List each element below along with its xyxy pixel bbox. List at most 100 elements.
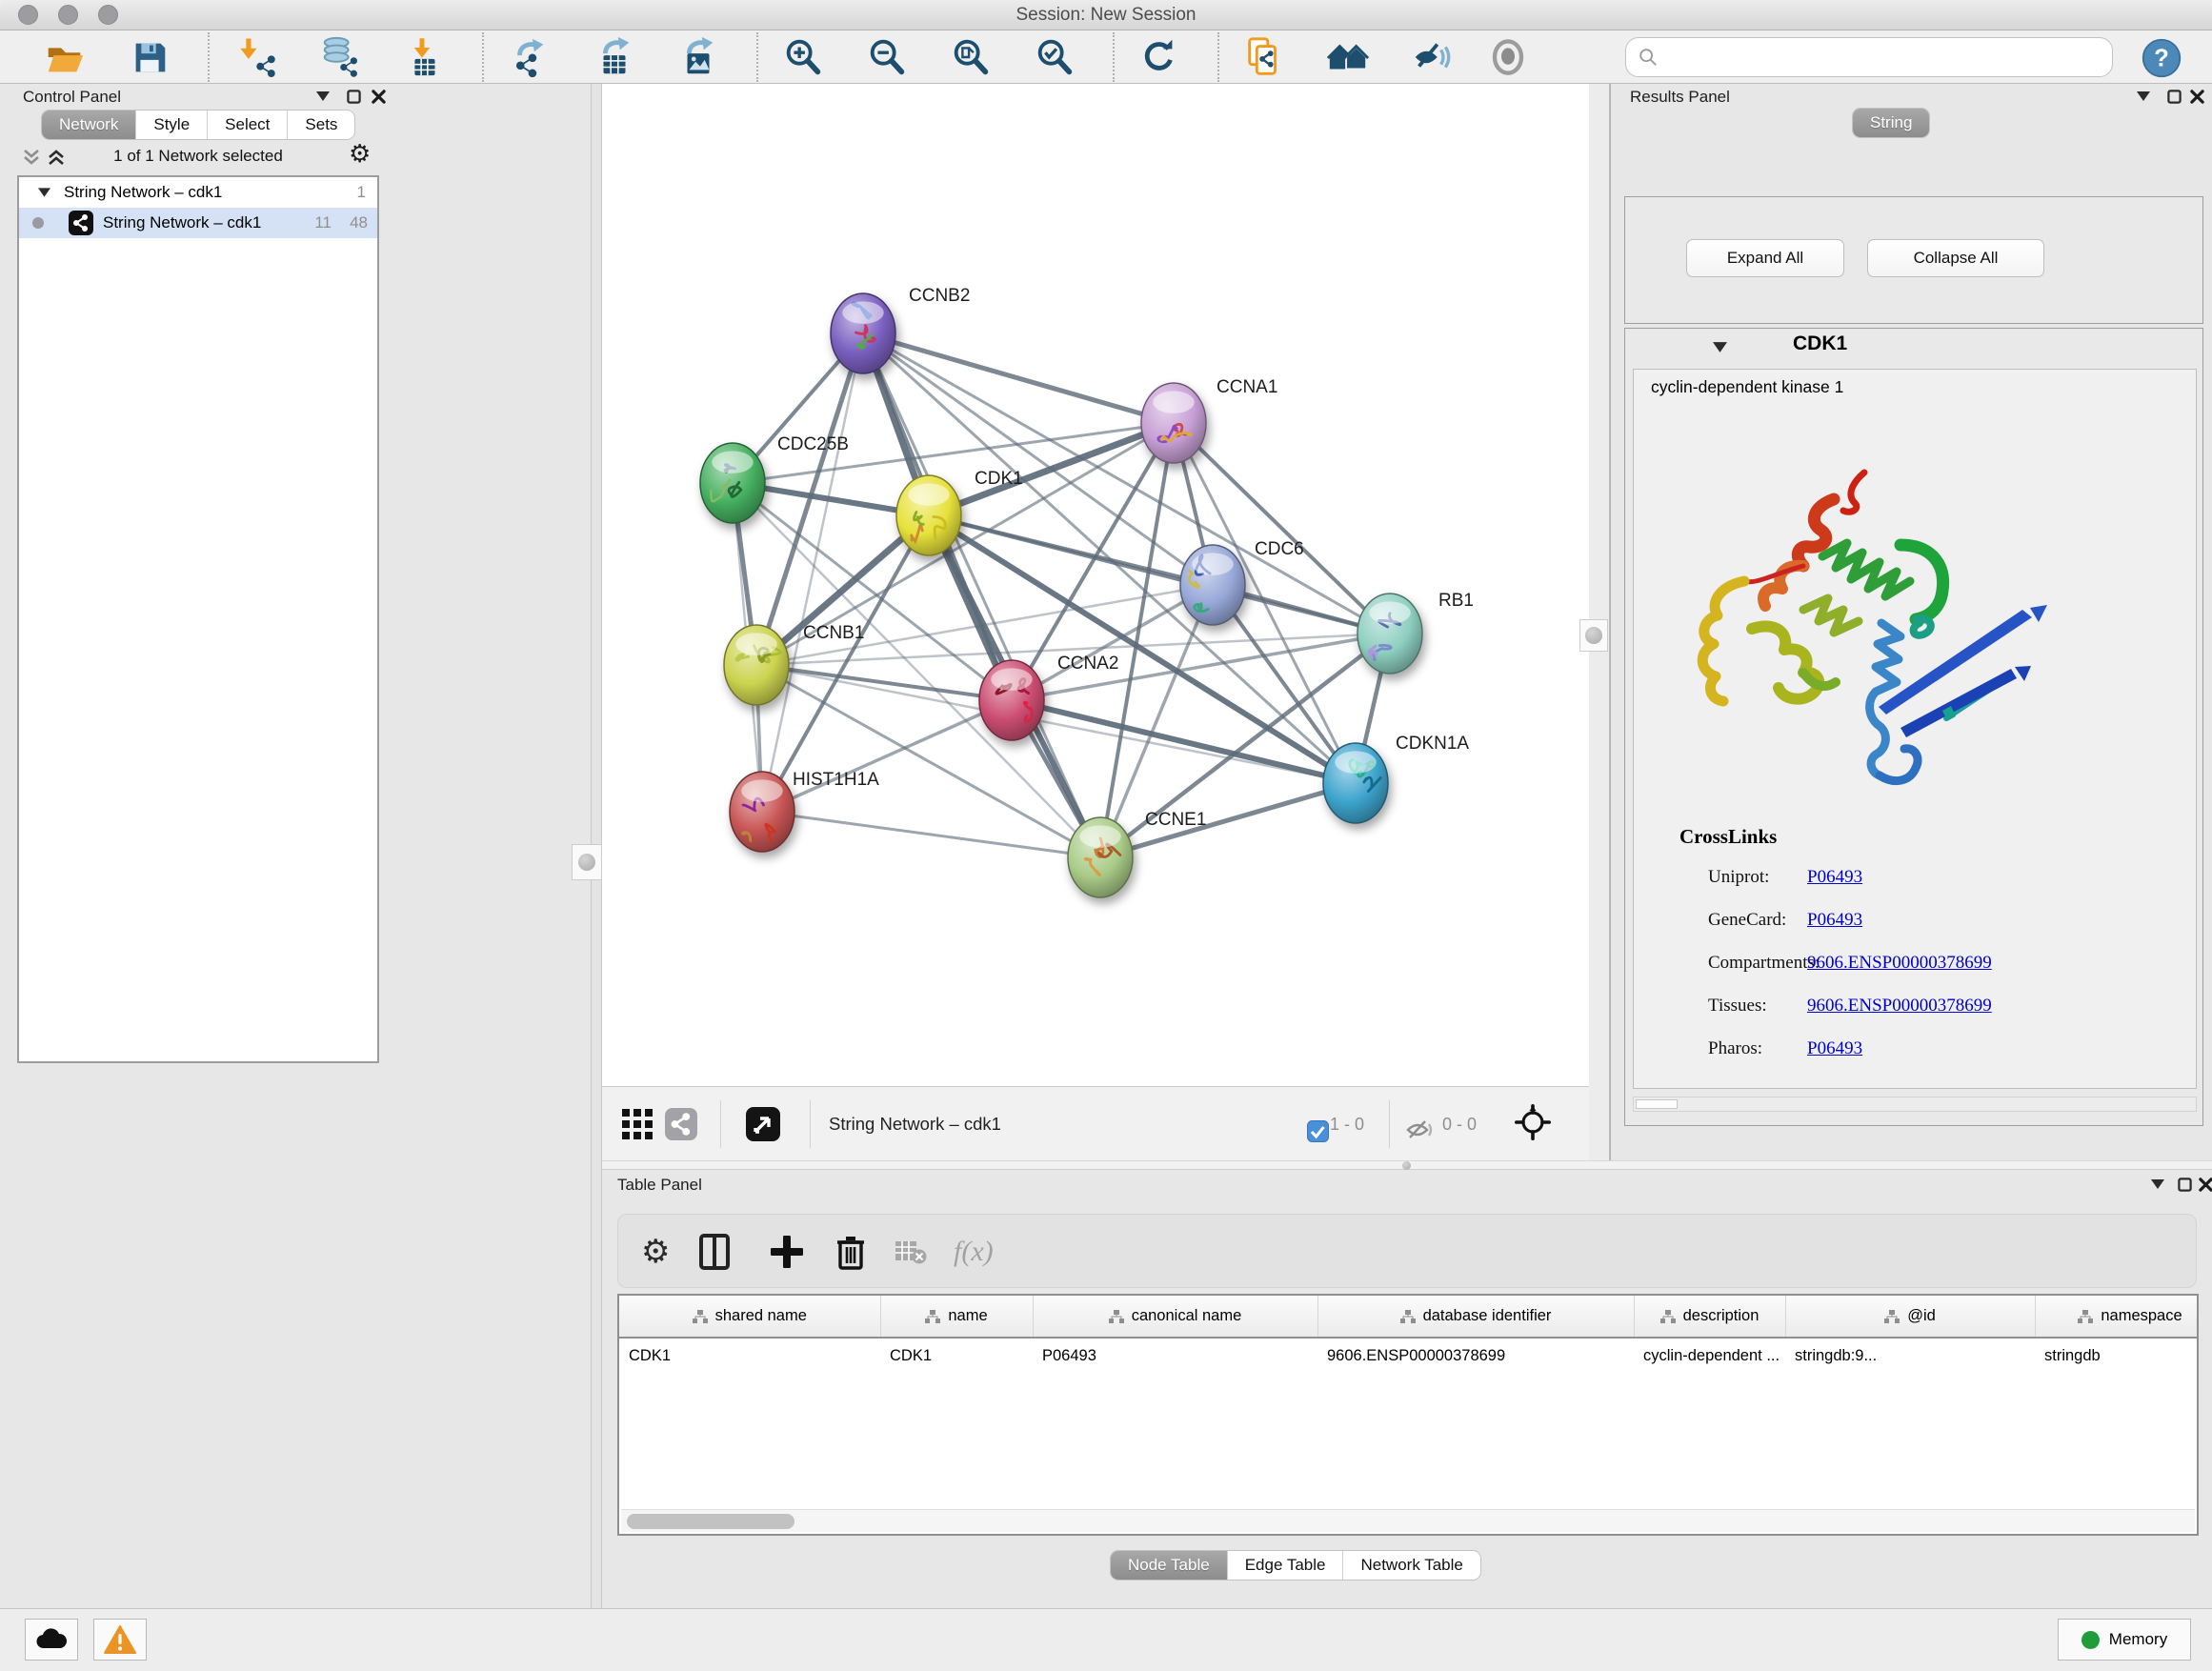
expand-all-button[interactable]: Expand All	[1686, 239, 1844, 277]
table-cell[interactable]: 9606.ENSP00000378699	[1317, 1338, 1634, 1374]
network-collection-row[interactable]: String Network – cdk1 1	[19, 177, 377, 208]
close-panel-icon[interactable]	[368, 86, 389, 107]
network-view-button[interactable]	[663, 1106, 699, 1142]
tab-edge-table[interactable]: Edge Table	[1228, 1551, 1344, 1580]
table-hscroll-thumb[interactable]	[627, 1514, 794, 1529]
refresh-button[interactable]	[1136, 34, 1183, 80]
maximize-panel-icon[interactable]	[343, 86, 364, 107]
node-CDK1[interactable]	[896, 475, 961, 555]
results-hscroll-thumb[interactable]	[1636, 1099, 1678, 1109]
network-options-gear-icon[interactable]: ⚙	[349, 139, 371, 169]
edge-HIST1H1A-CCNE1[interactable]	[762, 812, 1100, 857]
node-CCNB2[interactable]	[831, 293, 895, 373]
maximize-panel-icon[interactable]	[2174, 1174, 2195, 1195]
birdseye-toggle-button[interactable]	[1484, 34, 1532, 80]
node-collapse-icon[interactable]	[1713, 342, 1727, 352]
left-splitter-handle[interactable]	[572, 844, 602, 880]
node-CDC25B[interactable]	[700, 443, 765, 523]
table-cell[interactable]: stringdb	[2035, 1338, 2199, 1374]
tab-network-table[interactable]: Network Table	[1343, 1551, 1479, 1580]
import-network-database-button[interactable]	[316, 34, 364, 80]
tab-style[interactable]: Style	[136, 111, 208, 139]
function-builder-button[interactable]: f(x)	[954, 1230, 994, 1274]
export-table-button[interactable]	[591, 34, 638, 80]
save-session-button[interactable]	[126, 34, 173, 80]
crosslink-link[interactable]: P06493	[1807, 910, 1862, 931]
table-hscrollbar[interactable]	[621, 1509, 2195, 1532]
network-graph[interactable]: CCNB2CCNA1CDC25BCDK1CDC6RB1CCNB1CCNA2CDK…	[602, 84, 1589, 1086]
hide-graphics-button[interactable]	[1408, 34, 1456, 80]
clone-network-button[interactable]	[1240, 34, 1288, 80]
warnings-button[interactable]	[93, 1619, 147, 1661]
float-panel-icon[interactable]	[2133, 86, 2154, 107]
float-panel-icon[interactable]	[312, 86, 333, 107]
export-network-button[interactable]	[507, 34, 554, 80]
column-header-5[interactable]: @id	[1785, 1296, 2035, 1338]
crosslink-link[interactable]: P06493	[1807, 867, 1862, 888]
import-table-button[interactable]	[400, 34, 448, 80]
help-button[interactable]: ?	[2138, 35, 2185, 81]
table-row[interactable]: CDK1CDK1P064939606.ENSP00000378699cyclin…	[619, 1338, 2199, 1374]
node-CCNB1[interactable]	[724, 625, 789, 705]
edge-CCNB2-CCNE1[interactable]	[863, 333, 1100, 857]
edge-CDKN1A-CCNE1[interactable]	[1100, 783, 1356, 857]
zoom-out-button[interactable]	[863, 34, 911, 80]
table-cell[interactable]: CDK1	[880, 1338, 1033, 1374]
collapse-all-button[interactable]: Collapse All	[1867, 239, 2044, 277]
column-header-6[interactable]: namespace	[2035, 1296, 2199, 1338]
tab-select[interactable]: Select	[208, 111, 288, 139]
column-header-3[interactable]: database identifier	[1317, 1296, 1634, 1338]
detach-view-button[interactable]	[745, 1106, 781, 1142]
column-header-2[interactable]: canonical name	[1033, 1296, 1317, 1338]
node-CDKN1A[interactable]	[1323, 743, 1388, 823]
crosslink-link[interactable]: P06493	[1807, 1038, 1862, 1059]
tab-node-table[interactable]: Node Table	[1111, 1551, 1228, 1580]
crosslink-link[interactable]: 9606.ENSP00000378699	[1807, 996, 1992, 1017]
table-cell[interactable]: P06493	[1033, 1338, 1317, 1374]
export-image-button[interactable]	[674, 34, 722, 80]
node-CCNA1[interactable]	[1141, 383, 1206, 463]
birdseye-button[interactable]	[1515, 1104, 1551, 1140]
node-CCNE1[interactable]	[1068, 817, 1133, 897]
column-header-0[interactable]: shared name	[619, 1296, 880, 1338]
open-session-button[interactable]	[40, 34, 88, 80]
column-header-4[interactable]: description	[1634, 1296, 1785, 1338]
memory-button[interactable]: Memory	[2058, 1619, 2191, 1661]
edge-CCNA2-HIST1H1A[interactable]	[762, 700, 1012, 812]
tab-network[interactable]: Network	[42, 111, 136, 139]
edge-CCNB2-CCNA1[interactable]	[863, 333, 1174, 423]
node-CCNA2[interactable]	[979, 660, 1044, 740]
tab-string[interactable]: String	[1853, 109, 1929, 137]
node-CDC6[interactable]	[1180, 545, 1245, 625]
add-column-button[interactable]	[771, 1230, 803, 1274]
delete-column-button[interactable]	[835, 1230, 866, 1274]
import-network-file-button[interactable]	[232, 34, 280, 80]
grid-view-button[interactable]	[619, 1106, 655, 1142]
node-RB1[interactable]	[1357, 594, 1422, 674]
zoom-in-button[interactable]	[779, 34, 827, 80]
node-HIST1H1A[interactable]	[730, 772, 794, 852]
table-settings-gear-icon[interactable]: ⚙	[641, 1230, 670, 1274]
zoom-selected-button[interactable]	[1031, 34, 1078, 80]
network-row[interactable]: String Network – cdk1 11 48	[19, 208, 377, 238]
delete-table-button[interactable]	[895, 1230, 927, 1274]
zoom-fit-button[interactable]	[947, 34, 995, 80]
crosslink-link[interactable]: 9606.ENSP00000378699	[1807, 953, 1992, 974]
column-header-1[interactable]: name	[880, 1296, 1033, 1338]
close-panel-icon[interactable]	[2186, 86, 2207, 107]
show-columns-button[interactable]	[698, 1230, 731, 1274]
maximize-panel-icon[interactable]	[2163, 86, 2184, 107]
hidden-toggle[interactable]	[1402, 1112, 1438, 1148]
search-input[interactable]	[1659, 43, 2112, 71]
network-canvas[interactable]: CCNB2CCNA1CDC25BCDK1CDC6RB1CCNB1CCNA2CDK…	[602, 84, 1589, 1086]
results-hscrollbar[interactable]	[1633, 1097, 2197, 1112]
float-panel-icon[interactable]	[2147, 1174, 2168, 1195]
right-splitter-handle[interactable]	[1579, 619, 1608, 652]
table-cell[interactable]: CDK1	[619, 1338, 880, 1374]
cloud-status-button[interactable]	[25, 1619, 78, 1661]
tab-sets[interactable]: Sets	[288, 111, 354, 139]
bottom-splitter[interactable]	[602, 1160, 2212, 1170]
table-cell[interactable]: cyclin-dependent ...	[1634, 1338, 1785, 1374]
table-cell[interactable]: stringdb:9...	[1785, 1338, 2035, 1374]
close-panel-icon[interactable]	[2195, 1174, 2212, 1195]
